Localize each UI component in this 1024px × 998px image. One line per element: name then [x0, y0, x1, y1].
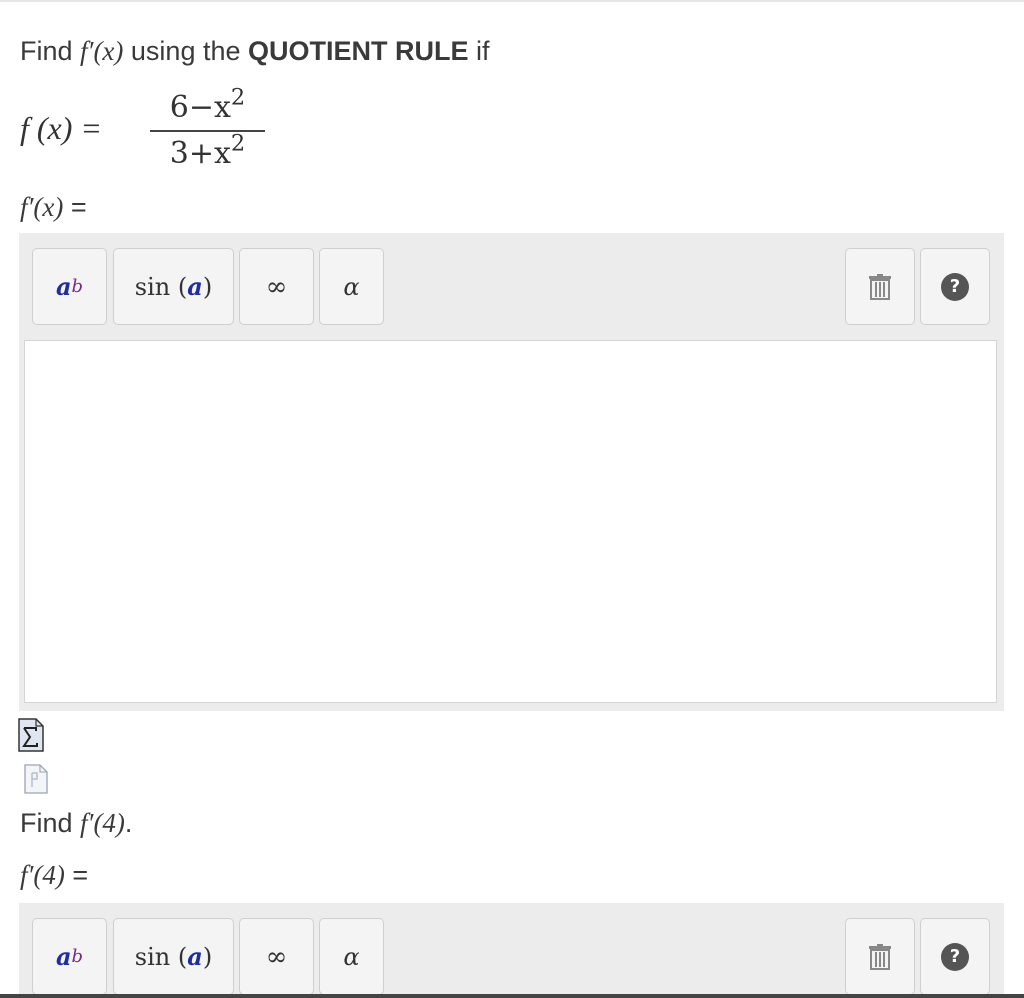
infinity-button[interactable]: ∞	[239, 918, 314, 995]
question-2-text: Find f′(4).	[20, 808, 133, 838]
sin-button[interactable]: sin (a)	[113, 248, 234, 325]
formula-denominator: 3+x2	[169, 130, 246, 171]
answer-2-label: f′(4) =	[20, 860, 89, 890]
answer-1-label: f′(x) =	[20, 192, 87, 222]
help-button[interactable]: ?	[920, 248, 990, 325]
document-icon[interactable]	[24, 764, 48, 794]
fraction-bar	[150, 130, 265, 132]
infinity-button[interactable]: ∞	[239, 248, 314, 325]
power-button[interactable]: ab	[32, 918, 107, 995]
trash-icon	[869, 943, 891, 970]
answer-input-1[interactable]	[24, 340, 997, 703]
formula-lhs: f (x) =	[20, 110, 102, 146]
help-button[interactable]: ?	[920, 918, 990, 995]
sigma-preview-icon[interactable]	[18, 718, 44, 752]
sin-button[interactable]: sin (a)	[113, 918, 234, 995]
question-1-emphasis: QUOTIENT RULE	[248, 36, 469, 66]
help-icon: ?	[941, 272, 969, 301]
top-divider	[0, 0, 1024, 2]
math-editor-1: ab sin (a) ∞ α ?	[19, 233, 1004, 711]
alpha-button[interactable]: α	[319, 248, 384, 325]
trash-icon	[869, 273, 891, 300]
question-1-prefix: Find	[20, 36, 81, 66]
trash-button[interactable]	[845, 248, 915, 325]
trash-button[interactable]	[845, 918, 915, 995]
bottom-divider	[0, 994, 1024, 998]
alpha-button[interactable]: α	[319, 918, 384, 995]
formula-fraction: 6−x2 3+x2	[150, 84, 265, 174]
formula-numerator: 6−x2	[169, 84, 246, 125]
help-icon: ?	[941, 942, 969, 971]
math-editor-2: ab sin (a) ∞ α ?	[19, 903, 1004, 998]
question-1-suffix: if	[468, 36, 490, 66]
question-1-func: f′(x)	[80, 36, 124, 66]
question-1-middle: using the	[123, 36, 248, 66]
power-button[interactable]: ab	[32, 248, 107, 325]
question-1-text: Find f′(x) using the QUOTIENT RULE if	[20, 36, 490, 67]
